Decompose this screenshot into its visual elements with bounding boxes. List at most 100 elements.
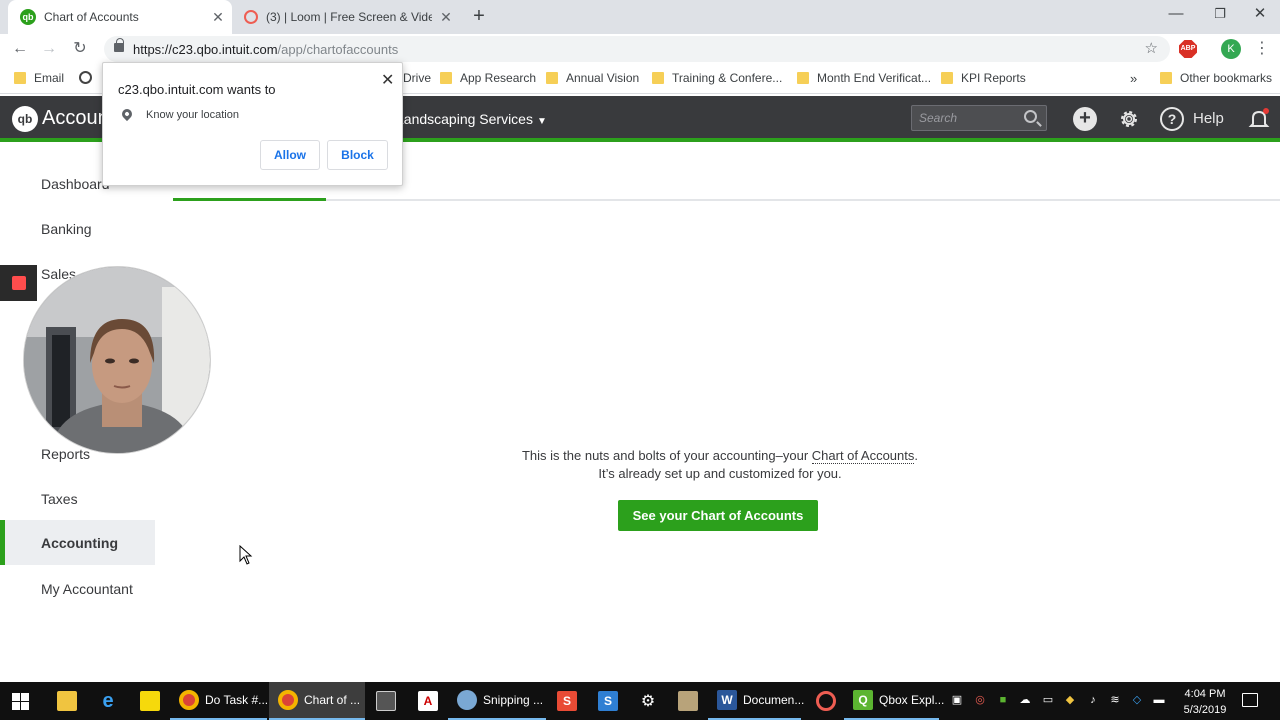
taskbar-app-label: Documen... [743,693,805,707]
loom-webcam-bubble[interactable] [23,266,211,454]
settings-button[interactable]: ⚙ [629,682,664,720]
notifications-bell-icon[interactable] [1247,107,1271,131]
browser-toolbar: ← → ↻ https://c23.qbo.intuit.com/app/cha… [0,34,1280,64]
forward-button[interactable]: → [38,38,60,60]
taskbar-chrome-do-task[interactable]: Do Task #... [170,682,268,720]
folder-icon [1160,72,1172,84]
sidebar-item-my-accountant[interactable]: My Accountant [41,581,133,597]
back-button[interactable]: ← [9,38,31,60]
sidebar-item-reports[interactable]: Reports [41,446,90,462]
bookmark-star-icon[interactable]: ☆ [1145,39,1158,57]
create-plus-icon[interactable]: + [1073,107,1097,131]
profile-avatar[interactable]: K [1221,39,1241,59]
quickbooks-favicon-icon: qb [20,9,36,25]
help-icon[interactable]: ? [1160,107,1184,131]
tray-qbox-icon[interactable]: ■ [996,693,1010,707]
search-input[interactable] [912,106,1020,130]
window-close-button[interactable]: ✕ [1238,0,1280,30]
calculator-icon [376,691,396,711]
company-switcher[interactable]: Landscaping Services ▼ [396,111,547,127]
browser-tab-strip: qb Chart of Accounts ✕ (3) | Loom | Free… [0,0,1280,34]
sticky-notes-button[interactable] [131,682,166,720]
internet-explorer-button[interactable]: e [89,682,124,720]
sidebar-item-dashboard[interactable]: Dashboard [41,176,110,192]
pdf-reader-button[interactable]: A [409,682,444,720]
settings-gear-icon[interactable] [1117,107,1141,131]
bookmark-kpi-reports[interactable]: KPI Reports [941,71,1026,85]
qbo-search[interactable] [911,105,1047,131]
tray-dropbox-icon[interactable]: ◇ [1130,693,1144,707]
tray-battery-icon[interactable]: ▭ [1041,693,1055,707]
other-bookmarks[interactable]: Other bookmarks [1160,71,1272,85]
tray-app-icon[interactable]: ▣ [950,693,964,707]
bookmark-annual-vision[interactable]: Annual Vision [546,71,639,85]
chart-of-accounts-intro: This is the nuts and bolts of your accou… [420,447,1020,483]
address-bar[interactable]: https://c23.qbo.intuit.com/app/chartofac… [104,36,1170,62]
subtab-divider [173,199,1280,201]
quickbooks-logo-icon[interactable]: qb [12,106,38,132]
reload-button[interactable]: ↻ [69,38,91,60]
restore-button[interactable]: ❐ [1198,0,1242,30]
sidebar-item-taxes[interactable]: Taxes [41,491,78,507]
help-label[interactable]: Help [1193,110,1224,127]
snagit-editor-button[interactable]: S [589,682,624,720]
snagit-button[interactable]: S [548,682,583,720]
tray-volume-icon[interactable]: ♪ [1086,693,1100,707]
windows-taskbar: e Do Task #... Chart of ... A Snipping .… [0,682,1280,720]
taskbar-clock[interactable]: 4:04 PM 5/3/2019 [1175,686,1235,718]
tab-title: Chart of Accounts [44,10,139,24]
bookmark-month-end[interactable]: Month End Verificat... [797,71,931,85]
windows-start-icon[interactable] [12,693,29,710]
action-center-icon[interactable] [1242,693,1258,707]
minimize-button[interactable]: — [1154,0,1198,30]
close-icon[interactable]: ✕ [381,70,394,90]
intro-text-line2: It’s already set up and customized for y… [598,466,842,481]
tray-power-icon[interactable]: ▬ [1152,693,1166,707]
loom-stop-recording-button[interactable] [0,265,37,301]
allow-button[interactable]: Allow [260,140,320,170]
taskbar-chrome-chart-of-accounts[interactable]: Chart of ... [269,682,365,720]
app-button[interactable] [669,682,704,720]
intro-text: This is the nuts and bolts of your accou… [521,448,812,463]
loom-button[interactable] [807,682,842,720]
bookmark-email[interactable]: Email [14,71,64,85]
calculator-button[interactable] [367,682,402,720]
webcam-image [24,267,210,453]
more-bookmarks-button[interactable]: » [1130,71,1137,86]
bookmark-training[interactable]: Training & Confere... [652,71,782,85]
tab-loom[interactable]: (3) | Loom | Free Screen & Video Recordi… [236,0,460,34]
tray-loom-icon[interactable]: ◎ [973,693,987,707]
caret-down-icon: ▼ [536,116,547,127]
folder-icon [440,72,452,84]
intro-text-end: . [914,448,919,463]
taskbar-app-label: Qbox Expl... [879,693,945,707]
search-icon[interactable] [1024,110,1037,123]
taskbar-app-label: Chart of ... [304,693,361,707]
browser-menu-icon[interactable]: ⋮ [1254,38,1270,58]
taskbar-snipping-tool[interactable]: Snipping ... [448,682,546,720]
bookmark-app-research[interactable]: App Research [440,71,536,85]
snagit-editor-icon: S [598,691,618,711]
globe-icon [79,71,92,84]
bookmark-label: App Research [460,71,537,85]
sidebar-item-banking[interactable]: Banking [41,221,92,237]
taskbar-app-label: Snipping ... [483,693,544,707]
bookmark-globe[interactable] [79,71,98,84]
tray-cloud-icon[interactable]: ☁ [1018,693,1032,707]
see-chart-of-accounts-button[interactable]: See your Chart of Accounts [618,500,818,531]
tab-chart-of-accounts[interactable]: qb Chart of Accounts ✕ [8,0,232,34]
file-explorer-button[interactable] [48,682,83,720]
bookmark-label: Drive [403,71,432,85]
app-icon [678,691,698,711]
tray-wifi-icon[interactable]: ≋ [1108,693,1122,707]
taskbar-word-document[interactable]: W Documen... [708,682,805,720]
new-tab-button[interactable]: + [467,4,491,28]
taskbar-qbox-explorer[interactable]: Q Qbox Expl... [844,682,944,720]
sidebar-item-accounting[interactable]: Accounting [0,520,155,565]
close-tab-icon[interactable]: ✕ [210,9,226,26]
block-button[interactable]: Block [327,140,388,170]
loom-favicon-icon [244,10,258,24]
bookmark-drive[interactable]: Drive [403,71,431,85]
tray-shield-icon[interactable]: ◆ [1063,693,1077,707]
close-tab-icon[interactable]: ✕ [438,9,454,26]
